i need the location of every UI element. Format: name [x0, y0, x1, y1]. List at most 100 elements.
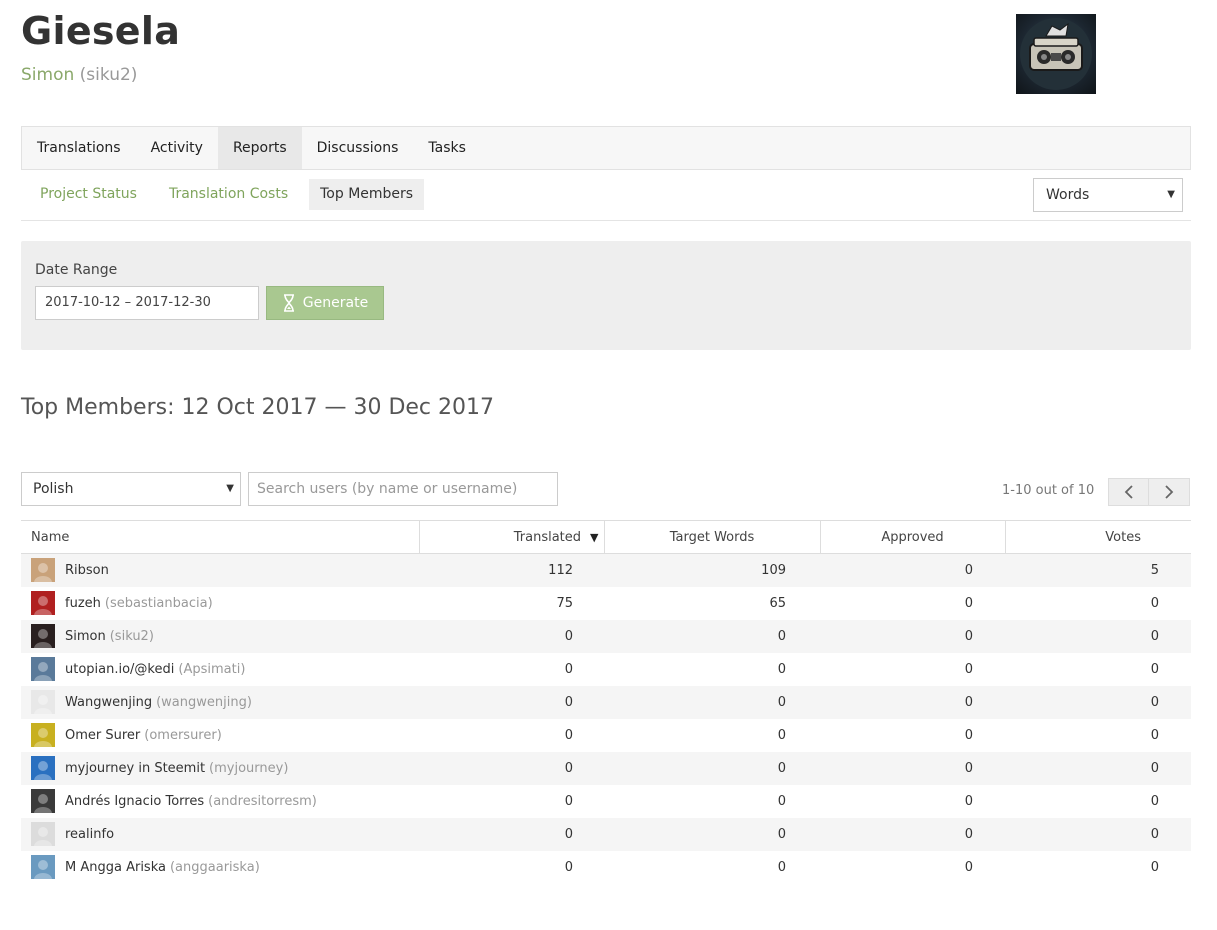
column-header-target-words[interactable]: Target Words	[603, 520, 820, 554]
member-name-link[interactable]: realinfo	[65, 827, 114, 842]
project-logo	[1016, 14, 1096, 94]
language-select[interactable]: Polish ▼	[21, 472, 241, 506]
votes-cell: 0	[1150, 760, 1159, 776]
translated-cell: 0	[564, 760, 573, 776]
avatar-image	[31, 591, 55, 615]
sort-descending-icon: ▼	[590, 530, 599, 544]
tab-discussions[interactable]: Discussions	[302, 127, 414, 169]
language-select-value: Polish	[33, 481, 74, 497]
translated-cell: 0	[564, 826, 573, 842]
table-row: M Angga Ariska (anggaariska) 0 0 0 0	[21, 851, 1191, 884]
member-name-link[interactable]: Andrés Ignacio Torres	[65, 794, 204, 809]
tab-tasks[interactable]: Tasks	[413, 127, 481, 169]
project-title: Giesela	[21, 9, 181, 53]
avatar[interactable]	[31, 591, 55, 615]
votes-cell: 0	[1150, 661, 1159, 677]
member-name-link[interactable]: utopian.io/@kedi	[65, 662, 174, 677]
approved-cell: 0	[964, 628, 973, 644]
table-row: realinfo 0 0 0 0	[21, 817, 1191, 851]
avatar[interactable]	[31, 657, 55, 681]
subtab-project-status[interactable]: Project Status	[30, 179, 148, 210]
avatar[interactable]	[31, 822, 55, 846]
avatar-image	[31, 789, 55, 813]
date-range-input[interactable]: 2017-10-12 – 2017-12-30	[35, 286, 259, 320]
avatar[interactable]	[31, 756, 55, 780]
column-header-approved[interactable]: Approved	[819, 520, 1005, 554]
avatar[interactable]	[31, 624, 55, 648]
avatar[interactable]	[31, 789, 55, 813]
project-owner: Simon (siku2)	[21, 62, 137, 88]
avatar-image	[31, 855, 55, 879]
avatar-image	[31, 756, 55, 780]
approved-cell: 0	[964, 694, 973, 710]
table-row: fuzeh (sebastianbacia) 75 65 0 0	[21, 587, 1191, 620]
subtab-top-members[interactable]: Top Members	[309, 179, 425, 210]
tab-reports[interactable]: Reports	[217, 127, 302, 169]
member-username: (myjourney)	[209, 760, 289, 776]
table-row: Omer Surer (omersurer) 0 0 0 0	[21, 719, 1191, 752]
table-header-row: Name Translated ▼ Target Words Approved …	[21, 520, 1191, 554]
approved-cell: 0	[964, 826, 973, 842]
target-words-cell: 0	[777, 760, 786, 776]
hourglass-icon	[283, 294, 294, 312]
target-words-cell: 0	[777, 661, 786, 677]
member-name-link[interactable]: Ribson	[65, 563, 109, 578]
chevron-left-icon	[1124, 485, 1133, 499]
units-select[interactable]: Words ▼	[1033, 178, 1183, 212]
previous-page-button[interactable]	[1108, 478, 1149, 506]
avatar[interactable]	[31, 690, 55, 714]
generate-label: Generate	[302, 295, 369, 311]
generate-button[interactable]: Generate	[266, 286, 384, 320]
owner-name-link[interactable]: Simon	[21, 65, 74, 85]
report-title: Top Members: 12 Oct 2017 — 30 Dec 2017	[21, 395, 495, 420]
members-table: Name Translated ▼ Target Words Approved …	[21, 520, 1191, 884]
translated-cell: 112	[548, 562, 573, 578]
avatar[interactable]	[31, 558, 55, 583]
column-header-translated[interactable]: Translated ▼	[418, 520, 604, 554]
member-cell: Wangwenjing (wangwenjing)	[21, 686, 419, 719]
approved-cell: 0	[964, 595, 973, 611]
avatar[interactable]	[31, 723, 55, 747]
member-name-link[interactable]: M Angga Ariska	[65, 860, 166, 875]
table-row: Ribson 112 109 0 5	[21, 553, 1191, 587]
member-name-link[interactable]: myjourney in Steemit	[65, 761, 205, 776]
member-name-link[interactable]: fuzeh	[65, 596, 101, 611]
approved-cell: 0	[964, 760, 973, 776]
chevron-right-icon	[1165, 485, 1174, 499]
table-row: Simon (siku2) 0 0 0 0	[21, 619, 1191, 653]
column-header-name[interactable]: Name	[21, 520, 419, 554]
translated-cell: 0	[564, 628, 573, 644]
units-select-value: Words	[1046, 187, 1090, 203]
votes-cell: 0	[1150, 793, 1159, 809]
column-header-votes[interactable]: Votes	[1004, 520, 1191, 554]
member-name-link[interactable]: Omer Surer	[65, 728, 140, 743]
table-row: utopian.io/@kedi (Apsimati) 0 0 0 0	[21, 653, 1191, 686]
approved-cell: 0	[964, 562, 973, 578]
tab-translations[interactable]: Translations	[22, 127, 136, 169]
member-cell: Simon (siku2)	[21, 620, 419, 653]
target-words-cell: 0	[777, 859, 786, 875]
member-username: (omersurer)	[144, 727, 222, 743]
avatar-image	[31, 822, 55, 846]
approved-cell: 0	[964, 727, 973, 743]
translated-cell: 0	[564, 793, 573, 809]
member-cell: Ribson	[21, 554, 419, 587]
avatar[interactable]	[31, 855, 55, 879]
member-username: (andresitorresm)	[208, 793, 317, 809]
next-page-button[interactable]	[1149, 478, 1190, 506]
table-row: Andrés Ignacio Torres (andresitorresm) 0…	[21, 785, 1191, 818]
member-username: (siku2)	[109, 628, 154, 644]
member-name-link[interactable]: Simon	[65, 629, 106, 644]
search-users-input[interactable]	[248, 472, 558, 506]
member-name-link[interactable]: Wangwenjing	[65, 695, 152, 710]
subtab-translation-costs[interactable]: Translation Costs	[158, 179, 299, 210]
tab-activity[interactable]: Activity	[136, 127, 218, 169]
target-words-cell: 0	[777, 793, 786, 809]
pagination-info: 1-10 out of 10	[1002, 483, 1095, 498]
avatar-image	[31, 723, 55, 747]
member-username: (Apsimati)	[178, 661, 246, 677]
main-nav: Translations Activity Reports Discussion…	[21, 126, 1191, 170]
target-words-cell: 109	[761, 562, 786, 578]
avatar-image	[31, 558, 55, 583]
date-range-label: Date Range	[35, 262, 118, 278]
